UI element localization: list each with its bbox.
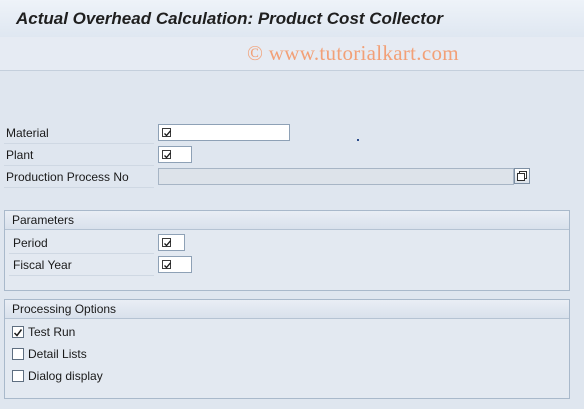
processing-options-group-header: Processing Options [5, 300, 569, 319]
plant-input[interactable] [158, 146, 192, 163]
possible-entries-icon [517, 171, 527, 181]
processing-options-group: Processing Options [4, 299, 570, 399]
detail-lists-checkbox[interactable] [12, 348, 24, 360]
dialog-display-label: Dialog display [28, 369, 103, 383]
fiscal-year-label: Fiscal Year [13, 258, 72, 272]
required-checkmark-icon [162, 128, 171, 137]
dialog-display-checkbox[interactable] [12, 370, 24, 382]
cursor-dot [357, 139, 359, 141]
test-run-checkbox[interactable] [12, 326, 24, 338]
test-run-label: Test Run [28, 325, 76, 339]
application-toolbar: © www.tutorialkart.com [0, 37, 584, 71]
material-input[interactable] [158, 124, 290, 141]
fiscal-year-label-underline [9, 275, 154, 276]
period-label-underline [9, 253, 154, 254]
production-process-label: Production Process No [6, 170, 129, 184]
parameters-group-header: Parameters [5, 211, 569, 230]
production-process-label-underline [4, 187, 154, 188]
required-checkmark-icon [162, 238, 171, 247]
possible-entries-button[interactable] [514, 168, 530, 184]
parameters-group: Parameters [4, 210, 570, 291]
watermark-text: © www.tutorialkart.com [247, 41, 459, 65]
period-input[interactable] [158, 234, 185, 251]
plant-label-underline [4, 165, 154, 166]
required-checkmark-icon [162, 260, 171, 269]
processing-options-group-title: Processing Options [12, 302, 117, 316]
material-label-underline [4, 143, 154, 144]
page-title: Actual Overhead Calculation: Product Cos… [16, 9, 443, 28]
parameters-group-title: Parameters [12, 213, 75, 227]
production-process-input[interactable] [158, 168, 514, 185]
detail-lists-label: Detail Lists [28, 347, 87, 361]
period-label: Period [13, 236, 48, 250]
fiscal-year-input[interactable] [158, 256, 192, 273]
title-bar: Actual Overhead Calculation: Product Cos… [0, 0, 584, 38]
material-label: Material [6, 126, 49, 140]
required-checkmark-icon [162, 150, 171, 159]
plant-label: Plant [6, 148, 34, 162]
checkmark-icon [13, 329, 23, 337]
